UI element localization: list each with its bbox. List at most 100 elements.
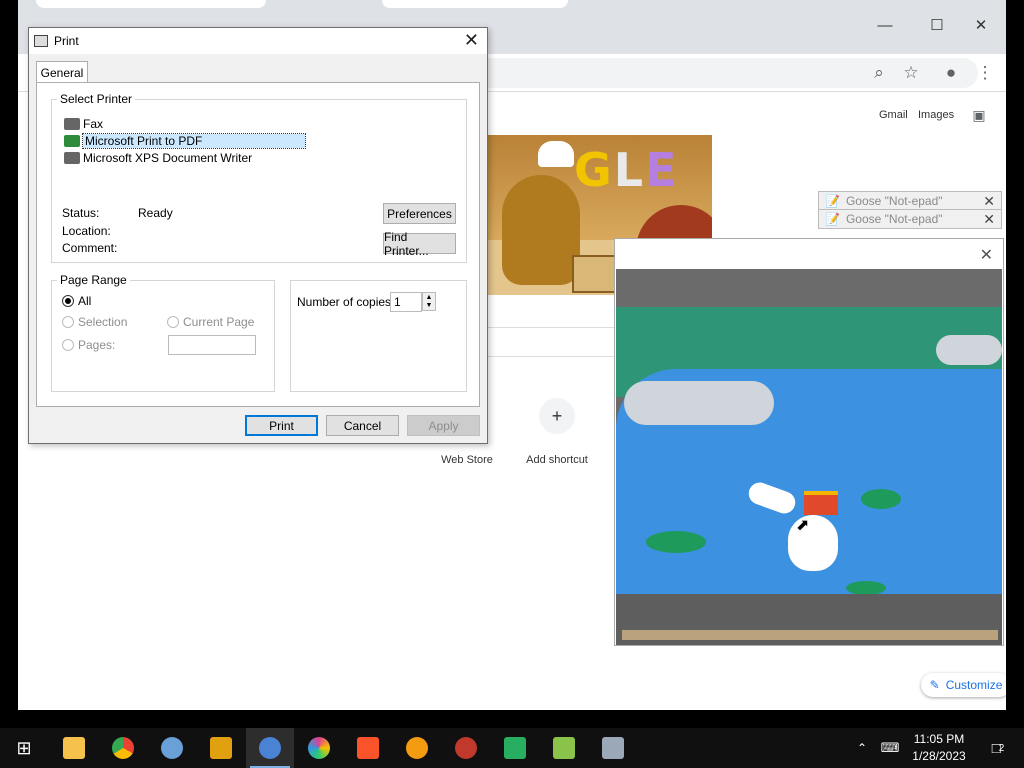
zoom-icon[interactable]: ⌕ xyxy=(866,60,892,86)
notification-button[interactable]: □ 2 xyxy=(978,728,1018,768)
doodle-logo-letters: GLE xyxy=(574,143,679,197)
customize-button[interactable]: ✎ Customize xyxy=(921,673,1006,697)
close-icon[interactable]: ✕ xyxy=(980,245,993,265)
range-all-radio[interactable]: All xyxy=(62,294,91,308)
spin-down-icon[interactable]: ▼ xyxy=(426,302,433,309)
printer-fax[interactable]: Fax xyxy=(64,116,103,132)
cancel-button[interactable]: Cancel xyxy=(326,415,399,436)
copies-group: Number of copies: 1 ▲ ▼ xyxy=(290,280,467,392)
goose-meme-window[interactable]: ✕ ⬈ xyxy=(614,238,1004,646)
pdf-icon xyxy=(406,737,428,759)
goose-icon xyxy=(602,737,624,759)
gmail-link[interactable]: Gmail xyxy=(879,109,908,121)
brave-lion-icon xyxy=(357,737,379,759)
dialog-titlebar: Print ✕ xyxy=(29,28,487,54)
a-app-button[interactable] xyxy=(491,728,539,768)
pdf-app-button[interactable] xyxy=(393,728,441,768)
menu-kebab-icon[interactable]: ⋮ xyxy=(972,60,998,86)
compass-icon xyxy=(161,737,183,759)
images-link[interactable]: Images xyxy=(918,109,954,121)
folder-icon xyxy=(63,737,85,759)
browser-tab[interactable] xyxy=(36,0,266,8)
opera-app-button[interactable] xyxy=(442,728,490,768)
safari-button[interactable] xyxy=(148,728,196,768)
tray-chevron-icon[interactable]: ⌃ xyxy=(852,728,872,768)
clock[interactable]: 11:05 PM 1/28/2023 xyxy=(906,731,972,765)
brave-button[interactable] xyxy=(344,728,392,768)
location-label: Location: xyxy=(62,224,111,238)
printer-icon xyxy=(34,35,48,47)
color-wheel-icon xyxy=(308,737,330,759)
rock xyxy=(936,335,1002,365)
notepad-window[interactable]: 📝 Goose "Not-epad" ✕ xyxy=(818,191,1002,211)
customize-label: Customize xyxy=(945,678,1003,692)
page-range-group: Page Range All Selection Current Page Pa… xyxy=(51,273,275,392)
notepad-icon: 📝 xyxy=(825,194,840,208)
copies-spinner[interactable]: ▲ ▼ xyxy=(422,292,436,311)
windows-logo-icon: ⊞ xyxy=(16,737,32,758)
date-text: 1/28/2023 xyxy=(912,749,966,763)
printer-xps-writer[interactable]: Microsoft XPS Document Writer xyxy=(64,150,252,166)
lily-pad xyxy=(646,531,706,553)
notepad-title: Goose "Not-epad" xyxy=(845,194,943,208)
print-dialog: Print ✕ General Select Printer Fax Micro… xyxy=(28,27,488,444)
color-app-button[interactable] xyxy=(295,728,343,768)
tab-general[interactable]: General xyxy=(36,61,88,83)
pages-input[interactable] xyxy=(168,335,256,355)
range-current-page-radio[interactable]: Current Page xyxy=(167,315,254,329)
default-printer-icon xyxy=(64,135,80,147)
window-close-button[interactable]: ✕ xyxy=(958,10,1004,40)
close-icon[interactable]: ✕ xyxy=(464,30,479,51)
goose-crown xyxy=(804,491,838,515)
preferences-button[interactable]: Preferences xyxy=(383,203,456,224)
taskbar: ⊞ ⌃ ⌨ 11:05 PM 1/28/2023 □ 2 xyxy=(0,728,1024,768)
fax-icon xyxy=(64,118,80,130)
print-button[interactable]: Print xyxy=(245,415,318,436)
shortcut-add[interactable]: + Add shortcut xyxy=(512,398,602,466)
spin-up-icon[interactable]: ▲ xyxy=(426,294,433,301)
copies-input[interactable]: 1 xyxy=(390,292,422,312)
letter-a-icon xyxy=(504,737,526,759)
profile-icon[interactable]: ● xyxy=(938,60,964,86)
doodle-dog xyxy=(502,175,580,285)
copies-label: Number of copies: xyxy=(297,295,395,309)
browser-tab[interactable] xyxy=(382,0,568,8)
mouse-cursor-icon: ⬈ xyxy=(796,517,810,534)
apps-grid-icon[interactable]: ▣ xyxy=(966,102,992,128)
find-printer-button[interactable]: Find Printer... xyxy=(383,230,456,258)
green-app-button[interactable] xyxy=(540,728,588,768)
start-button[interactable]: ⊞ xyxy=(0,728,48,768)
close-icon[interactable]: ✕ xyxy=(983,193,995,210)
keyboard-icon[interactable]: ⌨ xyxy=(876,728,904,768)
lily-pad xyxy=(846,581,886,595)
goose-app-button[interactable] xyxy=(589,728,637,768)
status-value: Ready xyxy=(138,206,173,220)
maximize-button[interactable]: ☐ xyxy=(914,10,960,40)
range-pages-radio[interactable]: Pages: xyxy=(62,338,115,352)
rock xyxy=(624,381,774,425)
maps-app-button[interactable] xyxy=(197,728,245,768)
comment-label: Comment: xyxy=(62,241,118,255)
file-explorer-button[interactable] xyxy=(50,728,98,768)
no-sign-icon xyxy=(455,737,477,759)
printer-microsoft-print-to-pdf[interactable]: Microsoft Print to PDF xyxy=(64,133,306,149)
notepad-title: Goose "Not-epad" xyxy=(845,212,943,226)
general-panel: Select Printer Fax Microsoft Print to PD… xyxy=(36,82,480,407)
chrome-icon xyxy=(112,737,134,759)
shortcut-label: Add shortcut xyxy=(526,454,588,466)
goose-pond-image: ⬈ xyxy=(616,269,1002,645)
notepad-window[interactable]: 📝 Goose "Not-epad" ✕ xyxy=(818,209,1002,229)
time-text: 11:05 PM xyxy=(913,732,965,746)
page-range-label: Page Range xyxy=(57,273,130,287)
close-icon[interactable]: ✕ xyxy=(983,211,995,228)
bookmark-star-icon[interactable]: ☆ xyxy=(898,60,924,86)
select-printer-group: Select Printer Fax Microsoft Print to PD… xyxy=(51,92,467,263)
chrome-button[interactable] xyxy=(99,728,147,768)
shortcut-label: Web Store xyxy=(441,454,493,466)
apply-button[interactable]: Apply xyxy=(407,415,480,436)
range-selection-radio[interactable]: Selection xyxy=(62,315,127,329)
lily-pad xyxy=(861,489,901,509)
chromium-button[interactable] xyxy=(246,728,294,768)
minimize-button[interactable]: — xyxy=(862,10,908,40)
leaf-icon xyxy=(553,737,575,759)
